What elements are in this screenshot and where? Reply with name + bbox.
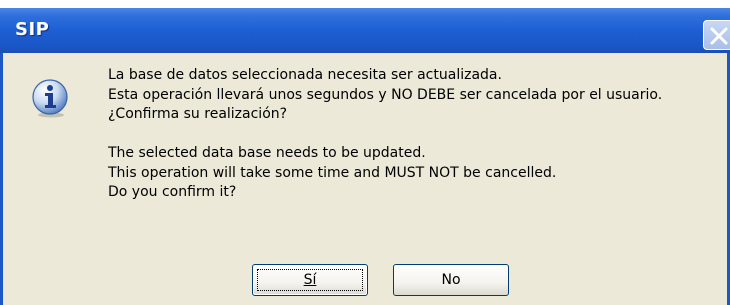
message-line-en-3: Do you confirm it? (108, 184, 237, 200)
close-button[interactable] (703, 20, 730, 50)
message-line-es-2: Esta operación llevará unos segundos y N… (108, 87, 663, 103)
information-icon (32, 79, 68, 118)
message-line-es-1: La base de datos seleccionada necesita s… (108, 67, 502, 83)
yes-button[interactable]: Sí (252, 264, 368, 296)
close-icon (710, 27, 728, 45)
window-title: SIP (15, 19, 50, 40)
window-border-left (0, 53, 3, 305)
no-button[interactable]: No (393, 264, 509, 296)
title-bar[interactable]: SIP (0, 8, 730, 53)
no-button-label: No (441, 272, 461, 288)
message-line-en-2: This operation will take some time and M… (108, 165, 557, 181)
yes-button-label: Sí (303, 272, 317, 288)
dialog-window: SIP La base de datos seleccionada necesi… (0, 8, 730, 305)
message-line-es-3: ¿Confirma su realización? (108, 106, 288, 122)
message-line-en-1: The selected data base needs to be updat… (108, 145, 426, 161)
